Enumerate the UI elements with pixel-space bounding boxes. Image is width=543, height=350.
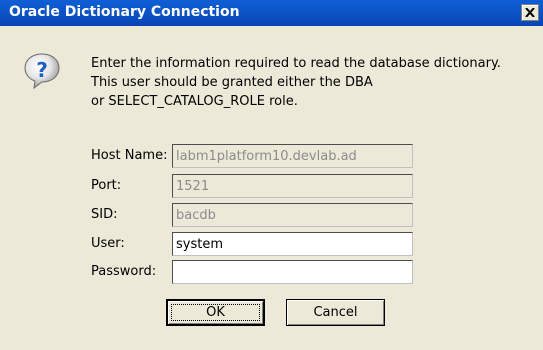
ok-button[interactable]: OK	[166, 299, 265, 326]
question-icon: ?	[24, 53, 60, 90]
user-field[interactable]	[172, 232, 413, 256]
dialog-window: Oracle Dictionary Connection ? Enter the…	[0, 0, 543, 350]
message-line: or SELECT_CATALOG_ROLE role.	[91, 94, 298, 109]
instruction-message: Enter the information required to read t…	[91, 54, 501, 111]
title-bar[interactable]: Oracle Dictionary Connection	[0, 0, 543, 26]
window-title: Oracle Dictionary Connection	[9, 4, 240, 20]
focus-rectangle	[171, 304, 260, 321]
message-line: This user should be granted either the D…	[91, 75, 373, 90]
sid-label: SID:	[91, 207, 118, 222]
sid-field[interactable]	[172, 203, 413, 227]
port-field[interactable]	[172, 174, 413, 198]
user-label: User:	[91, 236, 125, 251]
host-name-label: Host Name:	[91, 148, 168, 163]
cancel-button-label: Cancel	[313, 305, 358, 320]
port-label: Port:	[91, 178, 122, 193]
password-field[interactable]	[172, 260, 413, 284]
host-name-field[interactable]	[172, 144, 413, 168]
close-button[interactable]	[521, 4, 539, 21]
cancel-button[interactable]: Cancel	[286, 299, 385, 326]
svg-text:?: ?	[36, 58, 48, 82]
close-icon	[525, 8, 535, 17]
message-line: Enter the information required to read t…	[91, 56, 501, 71]
password-label: Password:	[91, 264, 157, 279]
